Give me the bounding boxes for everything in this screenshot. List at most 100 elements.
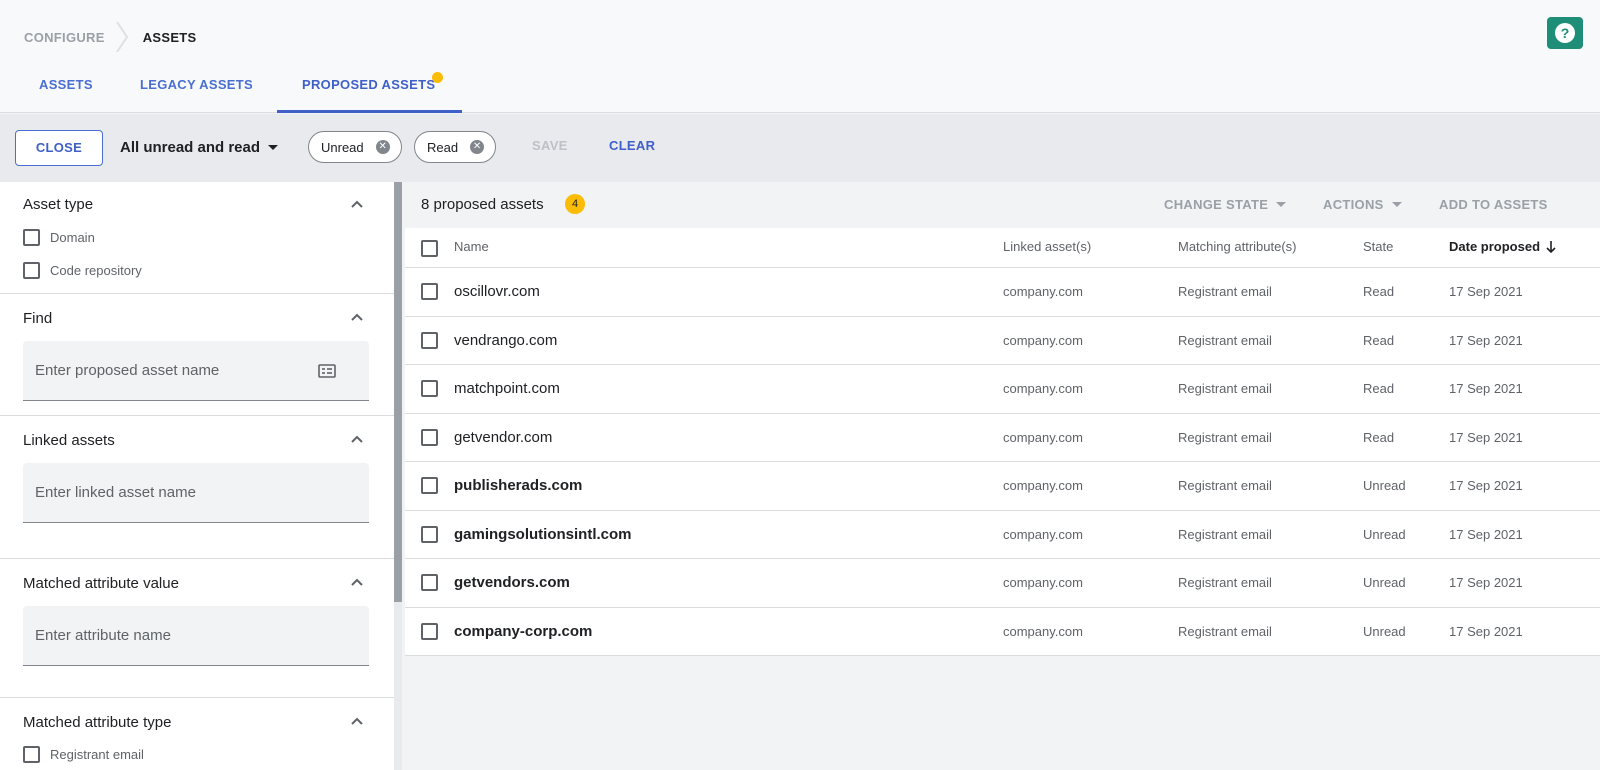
chip-remove-icon[interactable]: ✕	[470, 140, 485, 154]
asset-state: Unread	[1363, 623, 1406, 639]
actions-label: ACTIONS	[1323, 197, 1384, 212]
add-to-assets-button[interactable]: ADD TO ASSETS	[1439, 197, 1548, 212]
filter-toolbar: CLOSE All unread and read Unread ✕ Read …	[0, 114, 1600, 182]
sort-arrow-down-icon	[1546, 240, 1556, 253]
table-row[interactable]: oscillovr.com company.com Registrant email…	[405, 268, 1600, 317]
help-button[interactable]: ?	[1547, 17, 1583, 49]
tab-proposed-assets-label: PROPOSED ASSETS	[302, 77, 436, 92]
table-row[interactable]: gamingsolutionsintl.com company.com Regist…	[405, 511, 1600, 559]
linked-asset-placeholder: Enter linked asset name	[35, 484, 196, 501]
table-row[interactable]: matchpoint.com company.com Registrant emai…	[405, 365, 1600, 414]
tab-legacy-assets[interactable]: LEGACY ASSETS	[133, 62, 277, 113]
tab-assets[interactable]: ASSETS	[0, 62, 133, 113]
dropdown-caret-icon	[268, 145, 279, 150]
date-proposed: 17 Sep 2021	[1449, 284, 1523, 299]
matching-attribute: Registrant email	[1178, 381, 1272, 396]
list-icon	[318, 364, 336, 378]
proposed-assets-panel: 8 proposed assets 4 CHANGE STATE ACTIONS…	[405, 182, 1600, 770]
change-state-button[interactable]: CHANGE STATE	[1164, 197, 1287, 212]
filter-chip-unread-label: Unread	[321, 139, 364, 155]
table-row[interactable]: vendrango.com company.com Registrant email…	[405, 317, 1600, 365]
domain-label: Domain	[50, 230, 95, 245]
actions-button[interactable]: ACTIONS	[1323, 197, 1402, 212]
asset-state: Read	[1363, 381, 1395, 396]
linked-asset-input[interactable]: Enter linked asset name	[23, 463, 369, 523]
sidebar-scrollbar[interactable]	[394, 182, 402, 602]
asset-name: oscillovr.com	[454, 283, 540, 300]
column-name[interactable]: Name	[454, 239, 489, 254]
asset-name: company-corp.com	[454, 622, 593, 640]
dropdown-caret-icon	[1276, 202, 1287, 207]
asset-name: publisherads.com	[454, 477, 583, 494]
attribute-name-placeholder: Enter attribute name	[35, 627, 171, 644]
row-checkbox[interactable]	[421, 477, 438, 494]
asset-state: Unread	[1363, 575, 1406, 590]
row-checkbox[interactable]	[421, 525, 438, 543]
matched-type-section: Matched attribute type Registrant email	[0, 698, 394, 770]
asset-type-repo-option[interactable]: Code repository	[23, 262, 142, 279]
asset-type-title: Asset type	[23, 196, 94, 213]
help-icon: ?	[1555, 23, 1575, 43]
table-header-row: Name Linked asset(s) Matching attribute(…	[405, 228, 1600, 268]
matching-attribute: Registrant email	[1178, 332, 1272, 348]
date-proposed: 17 Sep 2021	[1449, 623, 1523, 639]
code-repository-checkbox[interactable]	[23, 262, 40, 279]
row-checkbox[interactable]	[421, 380, 438, 397]
table-toolbar: 8 proposed assets 4 CHANGE STATE ACTIONS…	[405, 182, 1600, 228]
table-row[interactable]: getvendors.com company.com Registrant emai…	[405, 559, 1600, 608]
asset-type-domain-option[interactable]: Domain	[23, 229, 95, 246]
filter-chip-unread: Unread ✕	[308, 131, 402, 163]
row-checkbox[interactable]	[421, 283, 438, 300]
filter-sidebar: Asset type Domain Code repository Find E…	[0, 182, 394, 770]
column-linked[interactable]: Linked asset(s)	[1003, 239, 1091, 254]
filter-chip-read-label: Read	[427, 139, 459, 155]
column-date-label: Date proposed	[1449, 239, 1541, 254]
filter-chip-read: Read ✕	[414, 131, 496, 163]
linked-asset: company.com	[1003, 332, 1083, 348]
asset-count: 8 proposed assets	[421, 196, 544, 213]
table-row[interactable]: getvendor.com company.com Registrant email…	[405, 414, 1600, 462]
domain-checkbox[interactable]	[23, 229, 40, 246]
read-filter-dropdown[interactable]: All unread and read	[120, 139, 279, 156]
table-body: oscillovr.com company.com Registrant email…	[405, 268, 1600, 656]
save-button[interactable]: SAVE	[532, 138, 568, 153]
asset-type-section: Asset type Domain Code repository	[0, 182, 394, 294]
row-checkbox[interactable]	[421, 428, 438, 446]
row-checkbox[interactable]	[421, 331, 438, 349]
attribute-name-input[interactable]: Enter attribute name	[23, 606, 369, 666]
tab-proposed-assets[interactable]: PROPOSED ASSETS	[277, 62, 462, 113]
breadcrumb: CONFIGURE ASSETS	[24, 22, 197, 52]
matched-value-section: Matched attribute value Enter attribute …	[0, 559, 394, 698]
column-attribute[interactable]: Matching attribute(s)	[1178, 239, 1297, 254]
unread-count-badge: 4	[565, 194, 585, 214]
table-row[interactable]: publisherads.com company.com Registrant em…	[405, 462, 1600, 511]
row-checkbox[interactable]	[421, 622, 438, 640]
matched-value-title: Matched attribute value	[23, 575, 179, 592]
registrant-email-label: Registrant email	[50, 747, 144, 762]
linked-asset: company.com	[1003, 478, 1083, 493]
matching-attribute: Registrant email	[1178, 623, 1272, 639]
breadcrumb-assets: ASSETS	[142, 29, 197, 45]
row-checkbox[interactable]	[421, 574, 438, 591]
collapse-chevron-icon[interactable]	[351, 716, 363, 728]
chip-remove-icon[interactable]: ✕	[375, 140, 390, 154]
find-asset-input[interactable]: Enter proposed asset name	[23, 341, 369, 401]
breadcrumb-configure[interactable]: CONFIGURE	[24, 30, 105, 45]
collapse-chevron-icon[interactable]	[351, 577, 363, 589]
registrant-email-checkbox[interactable]	[23, 746, 40, 763]
asset-name: vendrango.com	[454, 331, 558, 349]
dropdown-caret-icon	[1391, 202, 1402, 207]
clear-button[interactable]: CLEAR	[609, 138, 655, 153]
asset-name: getvendors.com	[454, 574, 570, 591]
collapse-chevron-icon[interactable]	[351, 434, 363, 446]
linked-asset: company.com	[1003, 284, 1083, 299]
table-row[interactable]: company-corp.com company.com Registrant em…	[405, 608, 1600, 656]
column-state[interactable]: State	[1363, 239, 1393, 254]
select-all-checkbox[interactable]	[421, 240, 438, 257]
collapse-chevron-icon[interactable]	[351, 199, 363, 211]
column-date-proposed[interactable]: Date proposed	[1449, 239, 1556, 254]
collapse-chevron-icon[interactable]	[351, 312, 363, 324]
close-button[interactable]: CLOSE	[15, 130, 103, 166]
find-title: Find	[23, 310, 53, 327]
registrant-email-option[interactable]: Registrant email	[23, 746, 144, 763]
